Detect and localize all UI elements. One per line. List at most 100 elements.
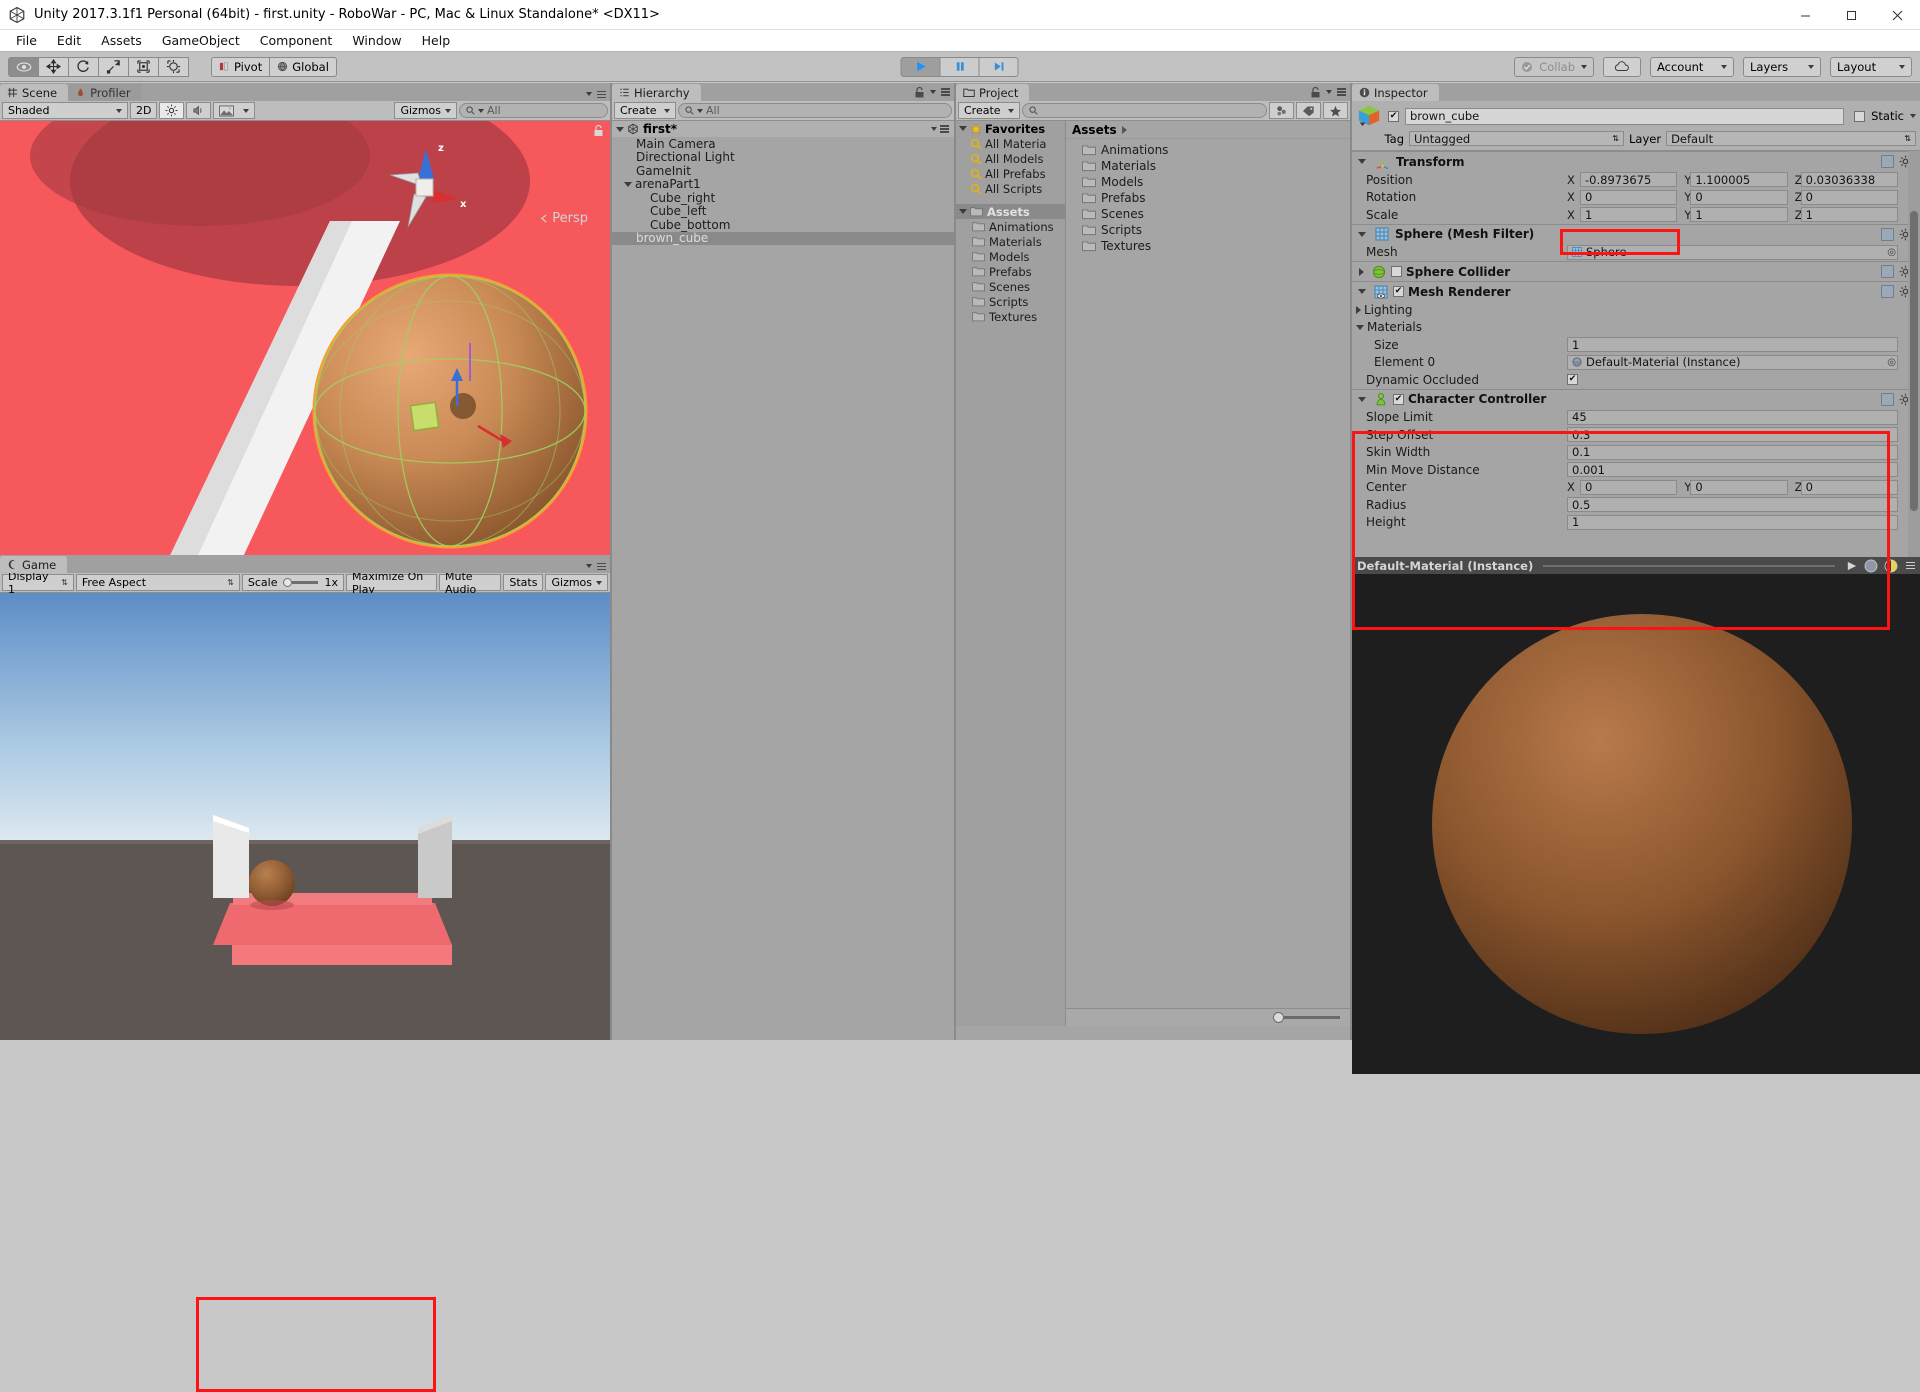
hierarchy-item-brown-cube[interactable]: brown_cube — [612, 232, 954, 246]
project-zoom-slider[interactable] — [1066, 1008, 1350, 1026]
game-gizmos-toggle[interactable]: Gizmos — [545, 574, 608, 591]
project-content-folder-materials[interactable]: Materials — [1066, 158, 1350, 174]
account-dropdown[interactable]: Account — [1650, 57, 1734, 77]
inspector-scrollbar[interactable] — [1908, 151, 1920, 557]
favorite-item-all-materia[interactable]: All Materia — [956, 136, 1065, 151]
scene-perspective-label[interactable]: Persp — [540, 211, 588, 226]
tab-hierarchy[interactable]: Hierarchy — [612, 84, 701, 101]
scene-lock-icon[interactable] — [593, 124, 604, 140]
materials-foldout[interactable]: Materials — [1352, 319, 1920, 337]
lighting-preview-icon[interactable] — [1884, 559, 1898, 573]
sphere-preview-icon[interactable] — [1864, 559, 1878, 573]
cc-center-x-input[interactable]: 0 — [1580, 480, 1677, 495]
object-enabled-checkbox[interactable] — [1388, 111, 1399, 122]
pivot-toggle[interactable]: Pivot — [211, 57, 270, 77]
cloud-button[interactable] — [1603, 57, 1641, 77]
project-content-folder-animations[interactable]: Animations — [1066, 142, 1350, 158]
project-tree-folder-materials[interactable]: Materials — [956, 234, 1065, 249]
move-tool-icon[interactable] — [38, 57, 69, 77]
mesh-filter-component-header[interactable]: Sphere (Mesh Filter) — [1352, 224, 1920, 244]
project-tab-menu[interactable] — [1310, 86, 1346, 98]
help-icon[interactable] — [1881, 285, 1894, 298]
project-search-input[interactable] — [1022, 103, 1267, 118]
project-content-folder-scenes[interactable]: Scenes — [1066, 206, 1350, 222]
hierarchy-item-gameinit[interactable]: GameInit — [612, 164, 954, 178]
hierarchy-scene-root[interactable]: first* — [612, 121, 954, 137]
scene-fx-dropdown-icon[interactable] — [213, 102, 255, 119]
transform-scale-x-input[interactable]: 1 — [1580, 207, 1677, 222]
scene-audio-toggle-icon[interactable] — [186, 102, 211, 119]
rotate-tool-icon[interactable] — [68, 57, 99, 77]
toggle-2d[interactable]: 2D — [130, 102, 157, 119]
menu-component[interactable]: Component — [250, 31, 343, 50]
menu-gameobject[interactable]: GameObject — [152, 31, 250, 50]
transform-scale-y-input[interactable]: 1 — [1690, 207, 1787, 222]
static-checkbox[interactable] — [1854, 111, 1865, 122]
stats-toggle[interactable]: Stats — [503, 574, 543, 591]
element0-picker-icon[interactable]: ◎ — [1887, 357, 1896, 368]
help-icon[interactable] — [1881, 228, 1894, 241]
hierarchy-item-directional-light[interactable]: Directional Light — [612, 151, 954, 165]
step-button[interactable] — [979, 57, 1019, 77]
help-icon[interactable] — [1881, 155, 1894, 168]
project-content-folder-prefabs[interactable]: Prefabs — [1066, 190, 1350, 206]
maximize-button[interactable] — [1828, 0, 1874, 30]
hierarchy-item-cube-bottom[interactable]: Cube_bottom — [612, 218, 954, 232]
favorite-item-all-prefabs[interactable]: All Prefabs — [956, 166, 1065, 181]
lighting-foldout[interactable]: Lighting — [1352, 301, 1920, 319]
hierarchy-item-cube-right[interactable]: Cube_right — [612, 191, 954, 205]
mesh-renderer-component-header[interactable]: Mesh Renderer — [1352, 281, 1920, 301]
layers-dropdown[interactable]: Layers — [1743, 57, 1821, 77]
project-tree-folder-scenes[interactable]: Scenes — [956, 279, 1065, 294]
transform-scale-z-input[interactable]: 1 — [1801, 207, 1898, 222]
scene-viewport[interactable]: z x Persp — [0, 121, 610, 555]
tab-profiler[interactable]: Profiler — [68, 84, 142, 101]
project-content-folder-textures[interactable]: Textures — [1066, 238, 1350, 254]
cc-step-offset-input[interactable]: 0.3 — [1567, 427, 1898, 442]
cc-skin-width-input[interactable]: 0.1 — [1567, 445, 1898, 460]
favorite-item-all-scripts[interactable]: All Scripts — [956, 181, 1065, 196]
mute-audio-toggle[interactable]: Mute Audio — [439, 574, 501, 591]
play-button[interactable] — [901, 57, 941, 77]
tab-game[interactable]: Game — [0, 556, 67, 573]
scene-lighting-toggle-icon[interactable] — [159, 102, 184, 119]
close-button[interactable] — [1874, 0, 1920, 30]
hierarchy-create-button[interactable]: Create — [614, 102, 676, 119]
project-tree-folder-textures[interactable]: Textures — [956, 309, 1065, 324]
tab-project[interactable]: Project — [956, 84, 1029, 101]
tab-scene[interactable]: Scene — [0, 84, 68, 101]
chevron-down-icon[interactable] — [1910, 114, 1916, 118]
size-input[interactable]: 1 — [1567, 337, 1898, 352]
favorites-root[interactable]: Favorites — [956, 121, 1065, 136]
help-icon[interactable] — [1881, 265, 1894, 278]
minimize-button[interactable] — [1782, 0, 1828, 30]
scene-view-gizmo[interactable]: z x — [360, 131, 490, 251]
layout-dropdown[interactable]: Layout — [1830, 57, 1912, 77]
hierarchy-item-cube-left[interactable]: Cube_left — [612, 205, 954, 219]
transform-component-header[interactable]: Transform — [1352, 151, 1920, 171]
project-filter-type-icon[interactable] — [1269, 102, 1294, 119]
transform-tool-icon[interactable] — [158, 57, 189, 77]
transform-position-x-input[interactable]: -0.8973675 — [1580, 172, 1677, 187]
project-tree-folder-prefabs[interactable]: Prefabs — [956, 264, 1065, 279]
project-tree-folder-models[interactable]: Models — [956, 249, 1065, 264]
pause-button[interactable] — [940, 57, 980, 77]
cc-height-input[interactable]: 1 — [1567, 515, 1898, 530]
rect-tool-icon[interactable] — [128, 57, 159, 77]
cc-radius-input[interactable]: 0.5 — [1567, 497, 1898, 512]
character-controller-enabled-checkbox[interactable] — [1393, 394, 1404, 405]
inspector-scrollbar-thumb[interactable] — [1910, 211, 1918, 511]
project-create-button[interactable]: Create — [958, 102, 1020, 119]
sphere-collider-enabled-checkbox[interactable] — [1391, 266, 1402, 277]
cc-min-move-distance-input[interactable]: 0.001 — [1567, 462, 1898, 477]
mesh-renderer-enabled-checkbox[interactable] — [1393, 286, 1404, 297]
material-preview-menu-icon[interactable] — [1906, 562, 1915, 570]
shading-mode-dropdown[interactable]: Shaded — [2, 102, 128, 119]
global-toggle[interactable]: Global — [270, 57, 337, 77]
menu-help[interactable]: Help — [412, 31, 461, 50]
menu-assets[interactable]: Assets — [91, 31, 152, 50]
transform-rotation-z-input[interactable]: 0 — [1801, 190, 1898, 205]
project-filter-label-icon[interactable] — [1296, 102, 1321, 119]
transform-rotation-x-input[interactable]: 0 — [1580, 190, 1677, 205]
project-favorite-icon[interactable] — [1323, 102, 1348, 119]
